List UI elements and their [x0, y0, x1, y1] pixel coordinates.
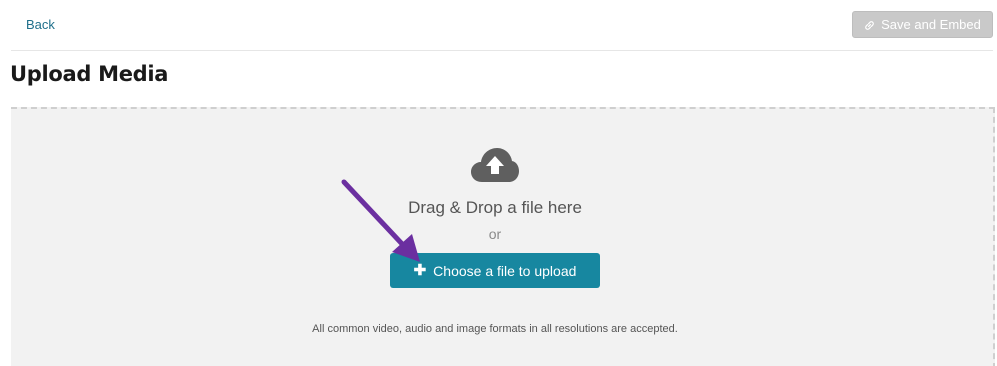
upload-media-page: Back Save and Embed Upload Media Drag & …	[0, 0, 997, 366]
page-title: Upload Media	[10, 62, 169, 86]
link-icon	[864, 19, 875, 30]
cloud-upload-icon	[471, 148, 519, 182]
drag-drop-text: Drag & Drop a file here	[408, 198, 582, 217]
save-and-embed-button[interactable]: Save and Embed	[852, 11, 993, 38]
save-and-embed-label: Save and Embed	[881, 17, 981, 32]
back-link[interactable]: Back	[26, 17, 55, 32]
top-bar: Back Save and Embed	[11, 0, 993, 51]
plus-icon: ✚	[413, 262, 427, 279]
accepted-formats-text: All common video, audio and image format…	[312, 323, 678, 335]
choose-file-label: Choose a file to upload	[433, 262, 577, 279]
or-separator: or	[488, 226, 502, 242]
choose-file-button[interactable]: ✚ Choose a file to upload	[390, 253, 600, 288]
